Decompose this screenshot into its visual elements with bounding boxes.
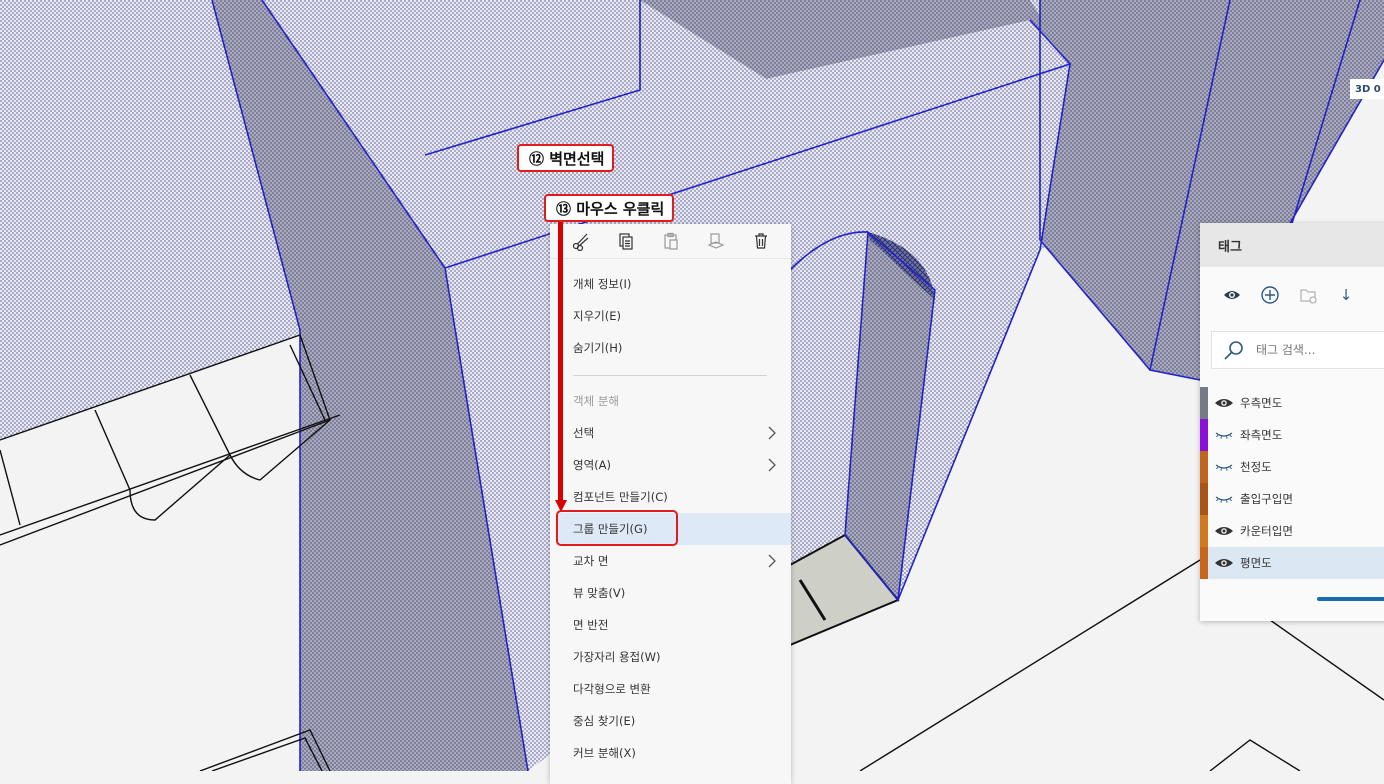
tag-name: 카운터입면 bbox=[1240, 524, 1293, 538]
menu-item-convert-to-polygon[interactable]: 다각형으로 변환 bbox=[556, 673, 791, 705]
tag-color-swatch[interactable] bbox=[1200, 387, 1208, 419]
menu-item-intersect-faces-label: 교차 면 bbox=[573, 554, 609, 568]
chevron-right-icon bbox=[768, 554, 776, 568]
tag-color-swatch[interactable] bbox=[1200, 419, 1208, 451]
menu-item-intersect-faces[interactable]: 교차 면 bbox=[556, 545, 791, 577]
chevron-right-icon bbox=[768, 426, 776, 440]
tag-name: 천정도 bbox=[1240, 460, 1272, 474]
tag-color-swatch[interactable] bbox=[1200, 515, 1208, 547]
menu-item-reverse-faces[interactable]: 면 반전 bbox=[556, 609, 791, 641]
eye-closed-icon[interactable] bbox=[1214, 428, 1234, 442]
tag-color-swatch[interactable] bbox=[1200, 483, 1208, 515]
tag-name: 평면도 bbox=[1240, 556, 1272, 570]
eye-icon[interactable] bbox=[1214, 396, 1234, 410]
copy-icon[interactable] bbox=[614, 229, 638, 253]
tag-row[interactable]: 카운터입면 bbox=[1200, 515, 1384, 547]
eye-icon[interactable] bbox=[1220, 283, 1244, 307]
tag-row[interactable]: 좌측면도 bbox=[1200, 419, 1384, 451]
panel-scrollbar[interactable] bbox=[1317, 597, 1384, 601]
menu-item-select[interactable]: 선택 bbox=[556, 417, 791, 449]
add-folder-icon[interactable] bbox=[1296, 283, 1320, 307]
tag-row[interactable]: 출입구입면 bbox=[1200, 483, 1384, 515]
chevron-right-icon bbox=[768, 458, 776, 472]
tag-name: 우측면도 bbox=[1240, 396, 1283, 410]
menu-item-make-component[interactable]: 컴포넌트 만들기(C) bbox=[556, 481, 791, 513]
eye-closed-icon[interactable] bbox=[1214, 492, 1234, 506]
menu-item-find-center[interactable]: 중심 찾기(E) bbox=[556, 705, 791, 737]
menu-item-select-label: 선택 bbox=[573, 426, 595, 440]
menu-item-entity-info[interactable]: 개체 정보(I) bbox=[556, 268, 791, 300]
scissors-icon[interactable] bbox=[569, 229, 593, 253]
menu-item-hide[interactable]: 숨기기(H) bbox=[556, 332, 791, 364]
context-menu-toolbar bbox=[550, 224, 791, 259]
menu-separator bbox=[573, 375, 767, 376]
menu-item-explode[interactable]: 객체 분해 bbox=[556, 385, 791, 417]
menu-item-erase[interactable]: 지우기(E) bbox=[556, 300, 791, 332]
menu-item-align-view[interactable]: 뷰 맞춤(V) bbox=[556, 577, 791, 609]
tag-color-swatch[interactable] bbox=[1200, 451, 1208, 483]
eye-closed-icon[interactable] bbox=[1214, 460, 1234, 474]
tag-name: 좌측면도 bbox=[1240, 428, 1283, 442]
tag-row[interactable]: 우측면도 bbox=[1200, 387, 1384, 419]
trash-icon[interactable] bbox=[749, 229, 773, 253]
tag-name: 출입구입면 bbox=[1240, 492, 1293, 506]
callout-step-13: ⑬ 마우스 우클릭 bbox=[544, 194, 675, 222]
sort-icon[interactable]: ↓ bbox=[1334, 283, 1358, 307]
tag-search[interactable] bbox=[1211, 331, 1384, 369]
context-menu: 개체 정보(I) 지우기(E) 숨기기(H) 객체 분해 선택 영역(A) 컴포… bbox=[550, 224, 791, 784]
menu-item-explode-curve[interactable]: 커브 분해(X) bbox=[556, 737, 791, 769]
eye-icon[interactable] bbox=[1214, 524, 1234, 538]
add-tag-icon[interactable] bbox=[1258, 283, 1282, 307]
menu-item-area-label: 영역(A) bbox=[573, 458, 611, 472]
tag-color-swatch[interactable] bbox=[1200, 547, 1208, 579]
tag-panel: 태그 ↓ 우측면도좌측면도천정도출입구입면카운터입면평면도 bbox=[1200, 223, 1384, 621]
view-label-3d: 3D 0 bbox=[1350, 79, 1384, 99]
tag-row[interactable]: 평면도 bbox=[1200, 547, 1384, 579]
tag-row[interactable]: 천정도 bbox=[1200, 451, 1384, 483]
highlight-make-group bbox=[556, 510, 678, 546]
tag-panel-title: 태그 bbox=[1200, 223, 1384, 267]
menu-item-area[interactable]: 영역(A) bbox=[556, 449, 791, 481]
paste-icon[interactable] bbox=[659, 229, 683, 253]
menu-item-weld-edges[interactable]: 가장자리 용접(W) bbox=[556, 641, 791, 673]
callout-arrow-line bbox=[558, 222, 563, 502]
tag-search-input[interactable] bbox=[1254, 342, 1384, 358]
search-icon bbox=[1224, 341, 1243, 360]
callout-step-12: ⑫ 벽면선택 bbox=[517, 144, 615, 172]
paste-in-place-icon[interactable] bbox=[704, 229, 728, 253]
eye-icon[interactable] bbox=[1214, 556, 1234, 570]
tag-panel-toolbar: ↓ bbox=[1220, 283, 1358, 307]
